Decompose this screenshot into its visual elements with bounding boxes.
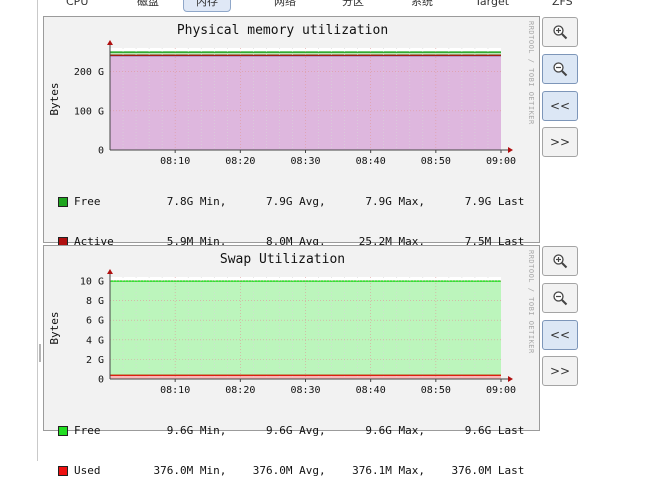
tab-memory[interactable]: 内存 bbox=[183, 0, 231, 12]
x-tick-label: 08:50 bbox=[421, 156, 451, 167]
legend-text: Free 9.6G Min, 9.6G Avg, 9.6G Max, 9.6G … bbox=[74, 424, 524, 438]
zoom-out-button[interactable] bbox=[542, 54, 578, 84]
tab-partition[interactable]: 分区 bbox=[329, 0, 377, 12]
x-axis-arrow bbox=[508, 147, 513, 153]
y-tick-label: 0 bbox=[98, 375, 104, 386]
tab-zfs[interactable]: ZFS bbox=[539, 0, 586, 12]
rrdtool-credit: RRDTOOL / TOBI OETIKER bbox=[527, 21, 535, 133]
zoom-in-icon bbox=[552, 24, 568, 40]
x-tick-label: 08:40 bbox=[356, 156, 386, 167]
rrdtool-credit: RRDTOOL / TOBI OETIKER bbox=[527, 250, 535, 362]
y-axis-label: Bytes bbox=[48, 311, 61, 344]
x-tick-label: 09:00 bbox=[486, 385, 516, 396]
x-tick-label: 08:20 bbox=[225, 156, 255, 167]
zoom-out-icon bbox=[552, 290, 568, 306]
tab-bar: CPU 磁盘 内存 网络 分区 系统 Target ZFS bbox=[37, 0, 666, 12]
y-tick-label: 0 bbox=[98, 146, 104, 157]
x-tick-label: 09:00 bbox=[486, 156, 516, 167]
legend-swatch-free bbox=[58, 197, 68, 207]
memory-graph-panel: Physical memory utilization Bytes 08:10 08:… bbox=[43, 16, 540, 243]
swap-legend: Free 9.6G Min, 9.6G Avg, 9.6G Max, 9.6G … bbox=[58, 398, 524, 504]
zoom-in-button[interactable] bbox=[542, 246, 578, 276]
legend-swatch-used bbox=[58, 466, 68, 476]
legend-row: Free 7.8G Min, 7.9G Avg, 7.9G Max, 7.9G … bbox=[58, 195, 524, 209]
y-axis-arrow bbox=[107, 269, 113, 274]
x-tick-label: 08:50 bbox=[421, 385, 451, 396]
x-tick-label: 08:40 bbox=[356, 385, 386, 396]
y-tick-label: 8 G bbox=[86, 296, 104, 307]
x-tick-label: 08:10 bbox=[160, 156, 190, 167]
x-tick-label: 08:30 bbox=[290, 156, 320, 167]
chart-title: Swap Utilization bbox=[220, 252, 345, 267]
y-axis-arrow bbox=[107, 40, 113, 45]
tab-target[interactable]: Target bbox=[462, 0, 522, 12]
back-button[interactable]: << bbox=[542, 320, 578, 350]
swap-graph-panel: Swap Utilization Bytes 08:10 08:20 08:30 08:4… bbox=[43, 245, 540, 431]
zoom-in-button[interactable] bbox=[542, 17, 578, 47]
x-tick-label: 08:20 bbox=[225, 385, 255, 396]
tab-disk[interactable]: 磁盘 bbox=[124, 0, 172, 12]
chart-title: Physical memory utilization bbox=[177, 23, 388, 38]
tab-system[interactable]: 系统 bbox=[398, 0, 446, 12]
x-tick-label: 08:30 bbox=[290, 385, 320, 396]
y-tick-label: 100 G bbox=[74, 106, 104, 117]
x-axis-arrow bbox=[508, 376, 513, 382]
legend-row: Free 9.6G Min, 9.6G Avg, 9.6G Max, 9.6G … bbox=[58, 424, 524, 438]
y-tick-label: 10 G bbox=[80, 276, 104, 287]
y-tick-label: 4 G bbox=[86, 335, 104, 346]
y-tick-label: 2 G bbox=[86, 355, 104, 366]
legend-swatch-free bbox=[58, 426, 68, 436]
tab-network[interactable]: 网络 bbox=[261, 0, 309, 12]
legend-text: Used 376.0M Min, 376.0M Avg, 376.1M Max,… bbox=[74, 464, 524, 478]
y-tick-label: 200 G bbox=[74, 67, 104, 78]
resize-handle[interactable] bbox=[39, 344, 41, 362]
y-tick-label: 6 G bbox=[86, 316, 104, 327]
forward-button[interactable]: >> bbox=[542, 356, 578, 386]
zoom-out-icon bbox=[552, 61, 568, 77]
left-divider bbox=[37, 0, 38, 461]
zoom-in-icon bbox=[552, 253, 568, 269]
tab-cpu[interactable]: CPU bbox=[53, 0, 101, 12]
x-tick-label: 08:10 bbox=[160, 385, 190, 396]
y-axis-label: Bytes bbox=[48, 82, 61, 115]
legend-text: Free 7.8G Min, 7.9G Avg, 7.9G Max, 7.9G … bbox=[74, 195, 524, 209]
legend-row: Used 376.0M Min, 376.0M Avg, 376.1M Max,… bbox=[58, 464, 524, 478]
zoom-out-button[interactable] bbox=[542, 283, 578, 313]
forward-button[interactable]: >> bbox=[542, 127, 578, 157]
back-button[interactable]: << bbox=[542, 91, 578, 121]
